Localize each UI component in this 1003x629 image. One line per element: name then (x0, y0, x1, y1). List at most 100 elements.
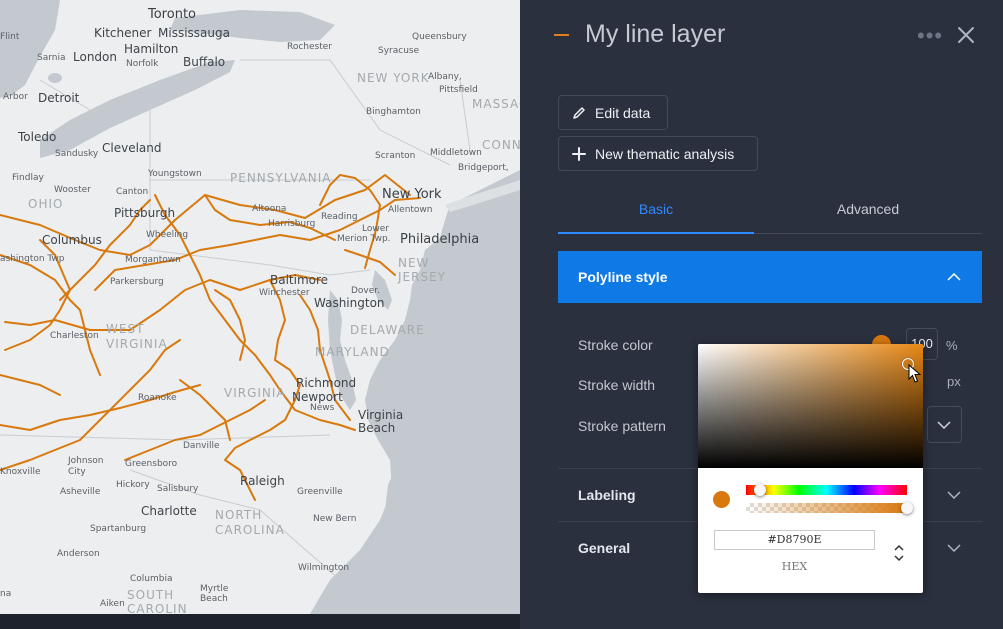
map-label-pittsfield: Pittsfield (439, 85, 478, 95)
map-label-kitchener: Kitchener (94, 26, 152, 40)
map-label-bridgeport: Bridgeport, (458, 163, 509, 173)
map-label-columbia: Columbia (130, 574, 173, 584)
map-label-charleston: Charleston (50, 331, 99, 341)
map-label-norfolk: Norfolk (126, 59, 159, 69)
layer-title: My line layer (585, 20, 726, 48)
map-label-parkersburg: Parkersburg (110, 277, 164, 287)
edit-data-label: Edit data (595, 104, 651, 121)
map-label-philadelphia: Philadelphia (400, 232, 480, 247)
saturation-area[interactable] (698, 344, 923, 468)
map-label-delaware: DELAWARE (350, 323, 425, 337)
map-label-cleveland: Cleveland (102, 141, 162, 155)
labeling-chevron-down-icon[interactable] (947, 491, 961, 499)
map-label-new-york-city: New York (382, 187, 442, 202)
map-label-youngstown: Youngstown (148, 169, 202, 179)
map-label-rochester: Rochester (287, 42, 332, 52)
new-thematic-analysis-label: New thematic analysis (595, 145, 735, 162)
map-label-massachusetts: MASSAC (472, 97, 520, 111)
map-label-salisbury: Salisbury (157, 484, 199, 494)
stroke-pattern-label: Stroke pattern (578, 418, 666, 434)
map-label-arbor: Arbor (3, 92, 28, 102)
map-label-harrisburg: Harrisburg (268, 219, 316, 229)
opacity-unit: % (946, 338, 958, 353)
map-label-binghamton: Binghamton (366, 107, 421, 117)
map-label-mississauga: Mississauga (158, 26, 230, 40)
map-label-raleigh: Raleigh (240, 474, 285, 488)
map-label-allentown: Allentown (388, 205, 433, 215)
stroke-width-label: Stroke width (578, 377, 656, 393)
polyline-style-section-header[interactable]: Polyline style (558, 251, 982, 303)
map-label-danville: Danville (183, 441, 220, 451)
map-label-asheville: Asheville (60, 487, 101, 497)
map-label-middletown: Middletown (430, 148, 482, 158)
map-label-hickory: Hickory (116, 480, 150, 490)
close-icon[interactable] (956, 25, 976, 45)
map-label-washington-twp: ashington Twp (0, 254, 65, 264)
map-label-merion: Merion Twp. (337, 234, 391, 244)
alpha-slider-knob[interactable] (901, 502, 913, 514)
stroke-pattern-dropdown[interactable] (927, 406, 962, 443)
map-label-aiken: Aiken (100, 599, 125, 609)
map-bottom-bar (0, 614, 520, 629)
map-label-new-jersey: NEW JERSEY (398, 256, 446, 284)
format-toggle-icon[interactable] (892, 543, 906, 563)
map-label-na: na (0, 589, 12, 599)
new-thematic-analysis-button[interactable]: New thematic analysis (558, 136, 758, 171)
color-picker-popup: #D8790E HEX (698, 344, 923, 593)
map-label-wooster: Wooster (54, 185, 91, 195)
map-label-albany: Albany, (428, 72, 462, 82)
map-label-news: News (310, 403, 335, 413)
map-label-richmond: Richmond (296, 376, 357, 390)
stroke-color-label: Stroke color (578, 337, 653, 353)
map-label-scranton: Scranton (375, 151, 416, 161)
map-label-virginia: VIRGINIA (224, 386, 286, 400)
map-label-toronto: Toronto (148, 7, 196, 22)
hex-label: HEX (781, 560, 808, 573)
map-label-findlay: Findlay (12, 173, 44, 183)
map-label-london: London (73, 50, 117, 64)
hue-slider[interactable] (746, 484, 907, 496)
map-label-sandusky: Sandusky (55, 149, 99, 159)
map-label-dover: Dover. (351, 286, 381, 296)
map-view[interactable]: Toronto Kitchener Mississauga Hamilton F… (0, 0, 520, 614)
map-label-buffalo: Buffalo (183, 55, 226, 69)
map-label-charlotte: Charlotte (141, 504, 197, 518)
alpha-slider[interactable] (746, 502, 913, 514)
map-label-ohio: OHIO (28, 197, 64, 211)
map-label-canton: Canton (116, 187, 149, 197)
map-label-baltimore: Baltimore (270, 273, 329, 287)
map-label-virginia-beach: Virginia Beach (358, 408, 404, 435)
map-label-sarnia: Sarnia (37, 53, 66, 63)
tab-basic[interactable]: Basic (558, 201, 754, 217)
hue-slider-knob[interactable] (754, 484, 767, 496)
map-label-morgantown: Morgantown (125, 255, 181, 265)
map-label-pennsylvania: PENNSYLVANIA (230, 171, 332, 185)
width-unit: px (947, 374, 961, 389)
map-label-north-carolina: NORTH CAROLINA (215, 508, 285, 537)
hex-input[interactable]: #D8790E (714, 530, 875, 550)
map-label-johnson-city: Johnson City (68, 456, 104, 477)
edit-data-button[interactable]: Edit data (558, 95, 668, 130)
labeling-section-header[interactable]: Labeling (578, 487, 636, 503)
map-label-wilmington: Wilmington (298, 563, 350, 573)
map-label-pittsburgh: Pittsburgh (114, 206, 176, 220)
chevron-down-icon (937, 421, 951, 429)
general-section-header[interactable]: General (578, 540, 630, 556)
map-label-queensbury: Queensbury (412, 32, 467, 42)
map-label-new-york-state: NEW YORK (357, 71, 430, 85)
map-label-washington: Washington (314, 296, 385, 310)
map-label-columbus: Columbus (42, 233, 102, 247)
map-label-anderson: Anderson (57, 549, 100, 559)
more-options-icon[interactable]: ••• (917, 23, 943, 49)
map-label-new-bern: New Bern (313, 514, 357, 524)
chevron-up-icon (947, 273, 961, 281)
map-label-newport: Newport (292, 390, 343, 404)
map-label-altoona: Altoona (252, 204, 287, 214)
collapse-dash-icon[interactable] (554, 34, 569, 36)
general-chevron-down-icon[interactable] (947, 544, 961, 552)
color-preview-swatch (713, 491, 730, 508)
map-label-syracuse: Syracuse (378, 46, 420, 56)
map-label-spartanburg: Spartanburg (90, 524, 147, 534)
tab-advanced[interactable]: Advanced (770, 201, 966, 217)
map-label-detroit: Detroit (38, 91, 80, 105)
